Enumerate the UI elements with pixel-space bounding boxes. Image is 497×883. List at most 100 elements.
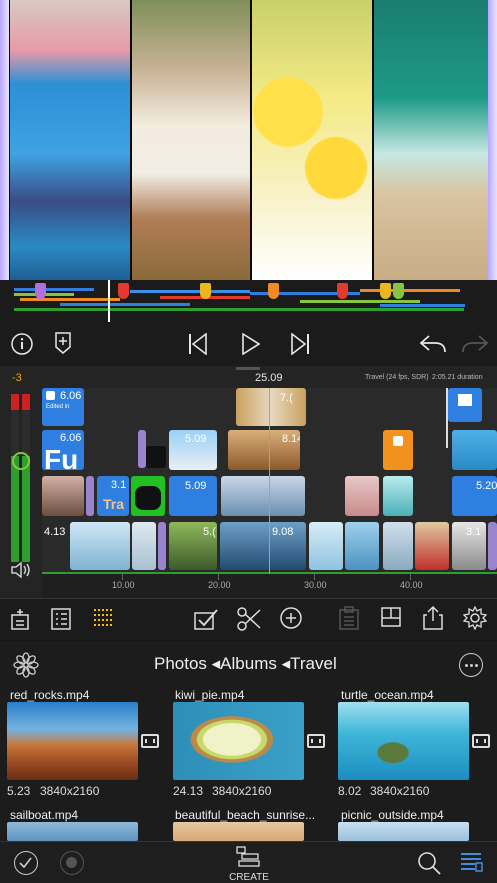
overview-marker[interactable] — [200, 283, 211, 299]
media-thumbnail[interactable] — [173, 822, 304, 841]
audio-meter-right — [22, 394, 30, 562]
undo-icon[interactable] — [418, 332, 448, 356]
select-check-icon[interactable] — [193, 607, 219, 631]
clip-duration: 4.13 — [44, 526, 66, 538]
video-clip-elephant[interactable]: 5.( — [169, 522, 217, 570]
media-thumbnail[interactable] — [7, 822, 138, 841]
video-type-icon — [472, 734, 490, 748]
video-preview[interactable] — [0, 0, 497, 280]
video-clip-blue-end[interactable]: 5.20 — [452, 476, 497, 516]
video-clip-sky2[interactable] — [132, 522, 156, 570]
overview-marker[interactable] — [380, 283, 391, 299]
transition-clip[interactable] — [138, 430, 146, 468]
video-clip-sky[interactable]: 5.09 — [169, 430, 217, 470]
title-clip-tra[interactable]: 3.1 Tra — [97, 476, 129, 516]
transition-clip[interactable] — [86, 476, 94, 516]
overview-bar — [360, 289, 460, 292]
ruler-label: 30.00 — [304, 580, 327, 590]
settings-gear-icon[interactable] — [463, 606, 489, 632]
video-clip-waves[interactable]: 9.08 — [220, 522, 306, 570]
overview-marker[interactable] — [268, 283, 279, 299]
add-circle-icon[interactable] — [279, 606, 305, 632]
media-filename: beautiful_beach_sunrise... — [175, 808, 316, 822]
video-clip-boats[interactable] — [221, 476, 305, 516]
preview-edge-right — [488, 0, 497, 280]
add-marker-icon[interactable] — [52, 330, 74, 356]
video-clip-sea[interactable] — [452, 430, 497, 470]
more-ellipsis-icon[interactable] — [459, 653, 483, 677]
redo-icon[interactable] — [460, 332, 490, 356]
video-clip-cliff[interactable] — [345, 522, 379, 570]
media-thumbnail[interactable] — [7, 702, 138, 780]
overview-playhead[interactable] — [108, 280, 110, 322]
video-clip-coast[interactable] — [383, 522, 413, 570]
resize-handle[interactable] — [236, 367, 260, 370]
media-list-icon[interactable] — [459, 850, 485, 876]
media-thumbnail[interactable] — [338, 822, 469, 841]
overview-marker[interactable] — [393, 283, 404, 299]
search-icon[interactable] — [416, 850, 442, 876]
media-thumbnail[interactable] — [173, 702, 304, 780]
skip-forward-icon[interactable] — [288, 332, 312, 356]
video-type-icon — [307, 734, 325, 748]
transition-clip[interactable] — [488, 522, 497, 570]
media-filename: red_rocks.mp4 — [10, 688, 90, 702]
speaker-icon[interactable] — [10, 560, 34, 580]
timeline-overview[interactable] — [0, 280, 497, 322]
video-type-icon — [141, 734, 159, 748]
video-clip-beach[interactable] — [309, 522, 343, 570]
skip-back-icon[interactable] — [186, 332, 210, 356]
media-filename: picnic_outside.mp4 — [341, 808, 444, 822]
title-clip[interactable]: 6.06 Edited in — [42, 388, 84, 426]
edit-toolbar — [0, 598, 497, 640]
video-clip-cake[interactable]: 7.( — [236, 388, 306, 426]
media-resolution: 3840x2160 — [212, 784, 272, 798]
green-screen-clip[interactable] — [131, 476, 165, 516]
preview-panel-woman-field — [132, 0, 250, 280]
media-resolution: 3840x2160 — [40, 784, 100, 798]
scissors-icon[interactable] — [236, 606, 262, 632]
timeline-playhead[interactable] — [269, 388, 270, 574]
timecode: 25.09 — [255, 372, 283, 384]
layout-icon[interactable] — [380, 606, 404, 630]
preview-panel-lemon-cake — [252, 0, 372, 280]
overview-marker[interactable] — [337, 283, 348, 299]
photos-flower-icon[interactable] — [13, 652, 39, 678]
video-clip-sailboats[interactable] — [70, 522, 130, 570]
record-icon[interactable] — [60, 851, 84, 875]
video-clip-end[interactable]: 3.1 — [452, 522, 486, 570]
overview-bar — [380, 304, 465, 307]
title-clip-flag[interactable] — [448, 388, 482, 422]
title-clip-orange[interactable] — [383, 430, 413, 470]
video-clip-dark[interactable] — [146, 446, 166, 468]
overview-bar — [300, 300, 420, 303]
video-clip-street[interactable] — [42, 476, 84, 516]
media-filename: sailboat.mp4 — [10, 808, 79, 822]
create-icon[interactable] — [236, 846, 262, 868]
volume-knob[interactable] — [12, 452, 30, 470]
video-clip-teal[interactable] — [383, 476, 413, 516]
ruler-label: 10.00 — [112, 580, 135, 590]
video-clip-red-car[interactable] — [415, 522, 449, 570]
inspector-list-icon[interactable] — [50, 607, 74, 631]
select-circle-check-icon[interactable] — [14, 851, 38, 875]
overview-bar — [14, 288, 94, 291]
add-clip-icon[interactable] — [10, 607, 34, 631]
overview-marker[interactable] — [118, 283, 129, 299]
video-clip-blue[interactable]: 5.09 — [169, 476, 217, 516]
create-label[interactable]: CREATE — [228, 872, 270, 883]
play-icon[interactable] — [238, 332, 262, 356]
transition-clip[interactable] — [158, 522, 166, 570]
media-thumbnail[interactable] — [338, 702, 469, 780]
timeline-view-icon[interactable] — [92, 607, 116, 631]
overview-marker[interactable] — [35, 283, 46, 299]
share-icon[interactable] — [422, 605, 446, 631]
video-clip-pink[interactable] — [345, 476, 379, 516]
breadcrumb[interactable]: Photos ◂Albums ◂Travel — [154, 654, 337, 674]
time-ruler[interactable]: 10.00 20.00 30.00 40.00 — [42, 574, 497, 598]
info-circle-icon[interactable] — [10, 332, 34, 356]
clipboard-icon[interactable] — [338, 606, 362, 632]
timeline[interactable]: -3 25.09 Travel (24 fps, SDR) 2:05.21 du… — [0, 366, 497, 598]
video-clip-woman[interactable]: 8.14 — [228, 430, 300, 470]
title-clip-fu[interactable]: 6.06 Fu — [42, 430, 84, 470]
